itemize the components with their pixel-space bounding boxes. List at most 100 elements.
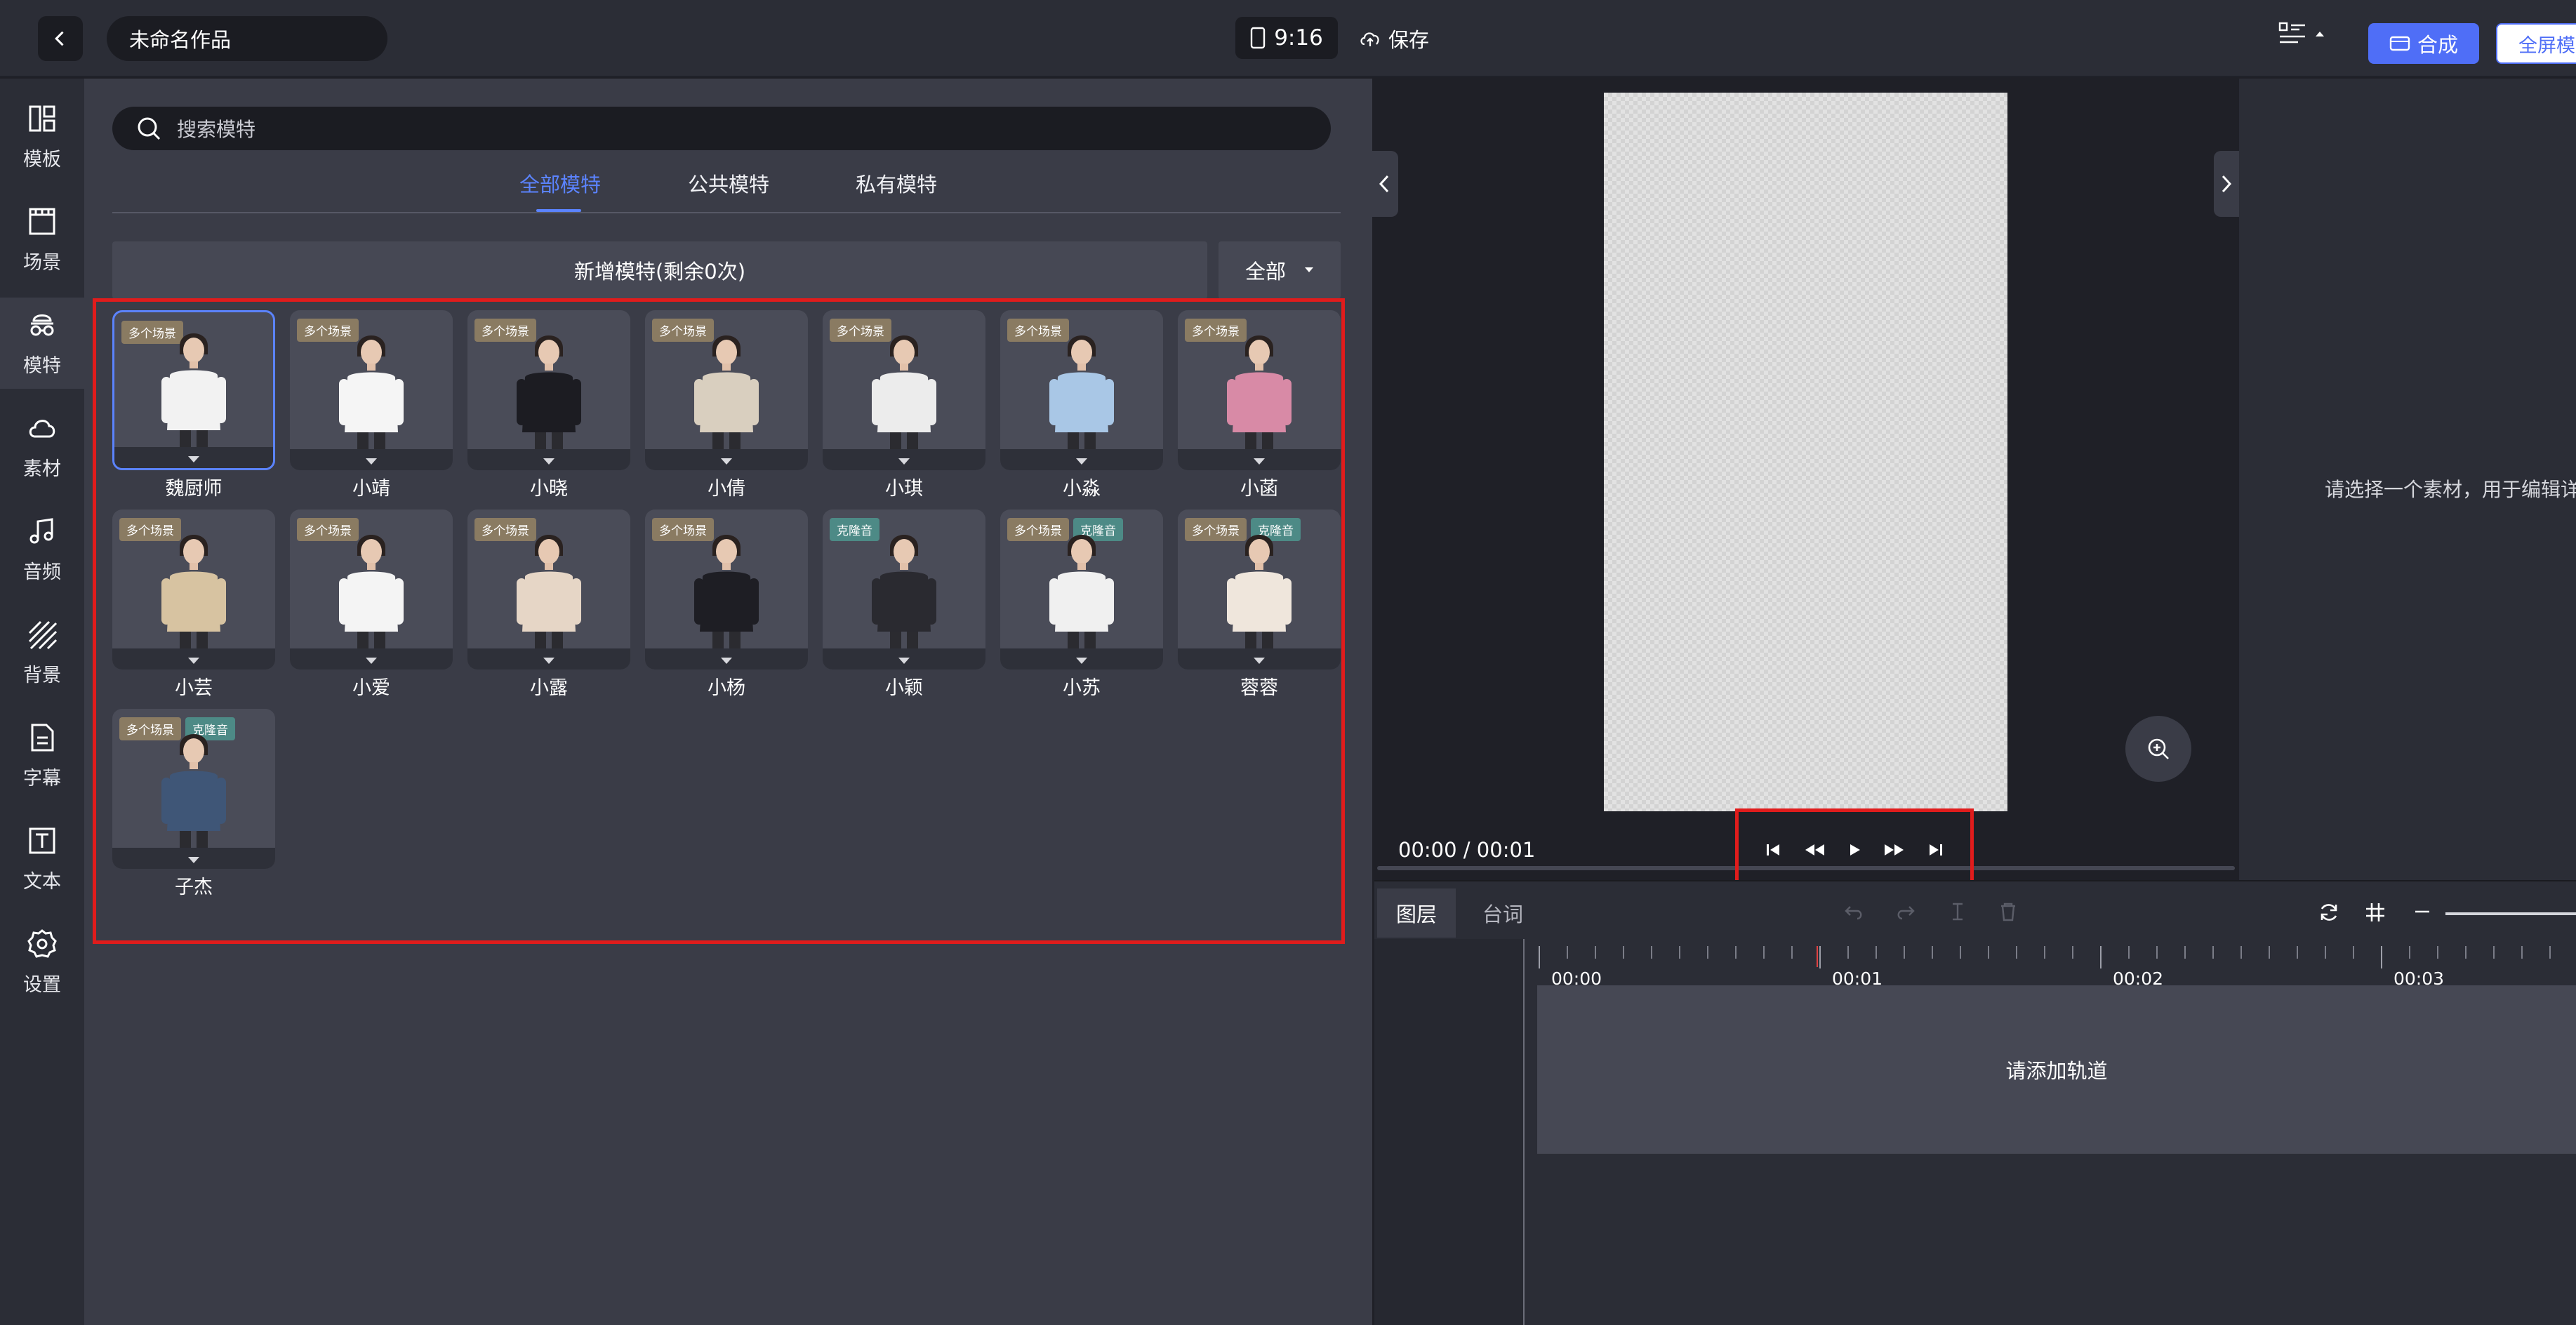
model-avatar [872, 535, 936, 660]
filter-label: 全部 [1244, 260, 1286, 284]
skip-to-start-button[interactable] [1764, 841, 1782, 859]
model-card[interactable]: 多个场景 克隆音 [112, 709, 275, 869]
expand-caret-icon[interactable] [188, 456, 199, 462]
music-icon [29, 517, 53, 543]
expand-caret-icon[interactable] [898, 658, 910, 664]
tab-script[interactable]: 台词 [1482, 888, 1523, 938]
model-card[interactable]: 多个场景 [112, 310, 275, 470]
ruler-tick [2100, 946, 2102, 968]
expand-caret-icon[interactable] [1076, 658, 1087, 664]
model-card[interactable]: 多个场景 克隆音 [1178, 510, 1341, 670]
expand-caret-icon[interactable] [543, 658, 555, 664]
add-model-button[interactable]: 新增模特(剩余0次) [112, 241, 1207, 299]
model-card[interactable]: 多个场景 克隆音 [1000, 510, 1163, 670]
save-button[interactable]: 保存 [1359, 24, 1429, 53]
model-card[interactable]: 多个场景 [1178, 310, 1341, 470]
ruler-tick [2465, 946, 2467, 959]
tab-layers[interactable]: 图层 [1377, 888, 1456, 938]
model-card[interactable]: 多个场景 [1000, 310, 1163, 470]
undo-icon[interactable] [1843, 901, 1864, 922]
model-card[interactable]: 克隆音 [823, 510, 985, 670]
model-card[interactable]: 多个场景 [112, 510, 275, 670]
aspect-ratio-button[interactable]: 9:16 [1235, 17, 1338, 59]
tab-public-models[interactable]: 公共模特 [688, 168, 769, 198]
ruler-tick [1960, 946, 1961, 959]
ruler-tick [1932, 946, 1933, 959]
expand-caret-icon[interactable] [543, 458, 555, 465]
timeline-zoom-slider[interactable] [2445, 912, 2576, 915]
playhead[interactable] [1817, 946, 1818, 967]
model-avatar [1049, 335, 1114, 460]
project-title-input[interactable]: 未命名作品 [107, 16, 387, 61]
empty-track-placeholder[interactable]: 请添加轨道 [1537, 985, 2576, 1154]
model-card[interactable]: 多个场景 [645, 510, 808, 670]
expand-caret-icon[interactable] [1254, 458, 1265, 465]
search-input[interactable]: 搜索模特 [112, 107, 1331, 150]
fullscreen-label: 全屏模 [2518, 34, 2575, 57]
collapse-left-panel-button[interactable] [1370, 151, 1398, 217]
expand-caret-icon[interactable] [188, 857, 199, 863]
model-filter-select[interactable]: 全部 [1219, 241, 1341, 299]
model-avatar [694, 535, 759, 660]
zoom-button[interactable] [2125, 716, 2191, 782]
play-button[interactable] [1847, 841, 1862, 859]
clapperboard-icon [29, 208, 55, 234]
nav-item-material[interactable]: 素材 [0, 401, 84, 492]
model-card[interactable]: 多个场景 [290, 310, 453, 470]
fullscreen-button[interactable]: 全屏模 [2496, 23, 2576, 64]
zoom-out-icon[interactable] [2412, 901, 2433, 922]
nav-item-text[interactable]: 文本 [0, 813, 84, 905]
preview-canvas[interactable] [1604, 93, 2007, 811]
ruler-tick [1904, 946, 1905, 959]
tab-all-models[interactable]: 全部模特 [519, 168, 601, 198]
expand-caret-icon[interactable] [366, 458, 377, 465]
rewind-button[interactable] [1803, 841, 1826, 859]
chevron-left-icon [1379, 175, 1389, 193]
model-card[interactable]: 多个场景 [290, 510, 453, 670]
layout-menu-button[interactable] [2278, 21, 2325, 46]
skip-to-end-button[interactable] [1927, 841, 1945, 859]
tab-private-models[interactable]: 私有模特 [856, 168, 937, 198]
model-name: 小颖 [885, 677, 923, 699]
model-card[interactable]: 多个场景 [467, 510, 630, 670]
expand-caret-icon[interactable] [1254, 658, 1265, 664]
model-avatar [1227, 335, 1292, 460]
collapse-right-panel-button[interactable] [2214, 151, 2239, 217]
ruler-tick [2184, 946, 2186, 959]
search-icon [138, 117, 161, 140]
stripes-icon [28, 620, 58, 649]
expand-caret-icon[interactable] [721, 458, 732, 465]
expand-caret-icon[interactable] [721, 658, 732, 664]
model-card[interactable]: 多个场景 [645, 310, 808, 470]
compose-button[interactable]: 合成 [2368, 23, 2479, 64]
expand-caret-icon[interactable] [1076, 458, 1087, 465]
grid-icon[interactable] [2364, 901, 2386, 924]
caret-up-icon [2316, 32, 2324, 36]
model-name: 子杰 [175, 877, 213, 898]
nav-item-background[interactable]: 背景 [0, 607, 84, 698]
nav-item-model[interactable]: 模特 [0, 298, 84, 389]
text-icon [29, 827, 55, 853]
fast-forward-button[interactable] [1883, 841, 1906, 859]
model-name: 小靖 [352, 478, 390, 500]
delete-icon[interactable] [1998, 901, 2019, 922]
nav-item-scene[interactable]: 场景 [0, 194, 84, 286]
model-card[interactable]: 多个场景 [823, 310, 985, 470]
refresh-icon[interactable] [2318, 901, 2340, 924]
expand-caret-icon[interactable] [898, 458, 910, 465]
nav-label: 模板 [23, 148, 61, 171]
split-icon[interactable] [1947, 901, 1968, 922]
chevron-left-icon [55, 31, 64, 46]
model-avatar [517, 335, 581, 460]
nav-item-subtitle[interactable]: 字幕 [0, 710, 84, 801]
model-card[interactable]: 多个场景 [467, 310, 630, 470]
expand-caret-icon[interactable] [188, 658, 199, 664]
nav-item-settings[interactable]: 设置 [0, 917, 84, 1008]
nav-item-template[interactable]: 模板 [0, 91, 84, 182]
expand-caret-icon[interactable] [366, 658, 377, 664]
ruler-tick [1875, 946, 1877, 959]
back-button[interactable] [38, 16, 83, 61]
track-headers [1374, 939, 1523, 1325]
nav-item-audio[interactable]: 音频 [0, 504, 84, 595]
redo-icon[interactable] [1895, 901, 1916, 922]
